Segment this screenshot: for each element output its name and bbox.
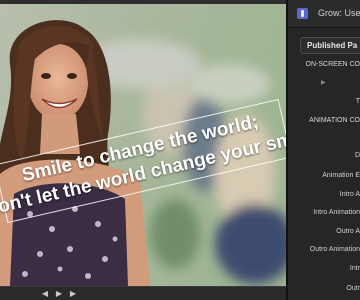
video-viewer[interactable]: Smile to change the world; Don't let the… <box>0 0 286 300</box>
previous-frame-button[interactable]: ◀ <box>38 288 52 299</box>
tab-label: Published Pa <box>307 41 358 50</box>
transport-bar: ◀ ▶ ▶ <box>0 286 286 300</box>
param-outro-a[interactable]: Outro A <box>336 228 360 235</box>
param-intro-animation[interactable]: Intro Animation <box>313 209 360 216</box>
param-t[interactable]: T <box>356 98 360 105</box>
param-animation-controls[interactable]: ANIMATION CO <box>309 117 360 124</box>
template-icon <box>297 8 308 19</box>
play-button[interactable]: ▶ <box>52 288 66 299</box>
inspector-header: Grow: Use <box>288 0 360 28</box>
param-outro-animation[interactable]: Outro Animation <box>310 246 360 253</box>
video-frame[interactable]: Smile to change the world; Don't let the… <box>0 4 286 286</box>
next-frame-button[interactable]: ▶ <box>66 288 80 299</box>
param-outr[interactable]: Outr <box>346 285 360 292</box>
param-intro-a[interactable]: Intro A <box>340 191 360 198</box>
param-intr[interactable]: Intr <box>350 265 360 272</box>
inspector-panel: Grow: Use Published Pa ON-SCREEN CO ▶ T … <box>286 0 360 300</box>
disclosure-triangle-icon[interactable]: ▶ <box>321 79 326 86</box>
param-on-screen-controls[interactable]: ON-SCREEN CO <box>306 61 360 68</box>
inspector-title: Grow: Use <box>318 8 360 18</box>
param-d[interactable]: D <box>355 152 360 159</box>
tab-published-parameters[interactable]: Published Pa <box>300 37 360 54</box>
param-animation-e[interactable]: Animation E <box>322 172 360 179</box>
